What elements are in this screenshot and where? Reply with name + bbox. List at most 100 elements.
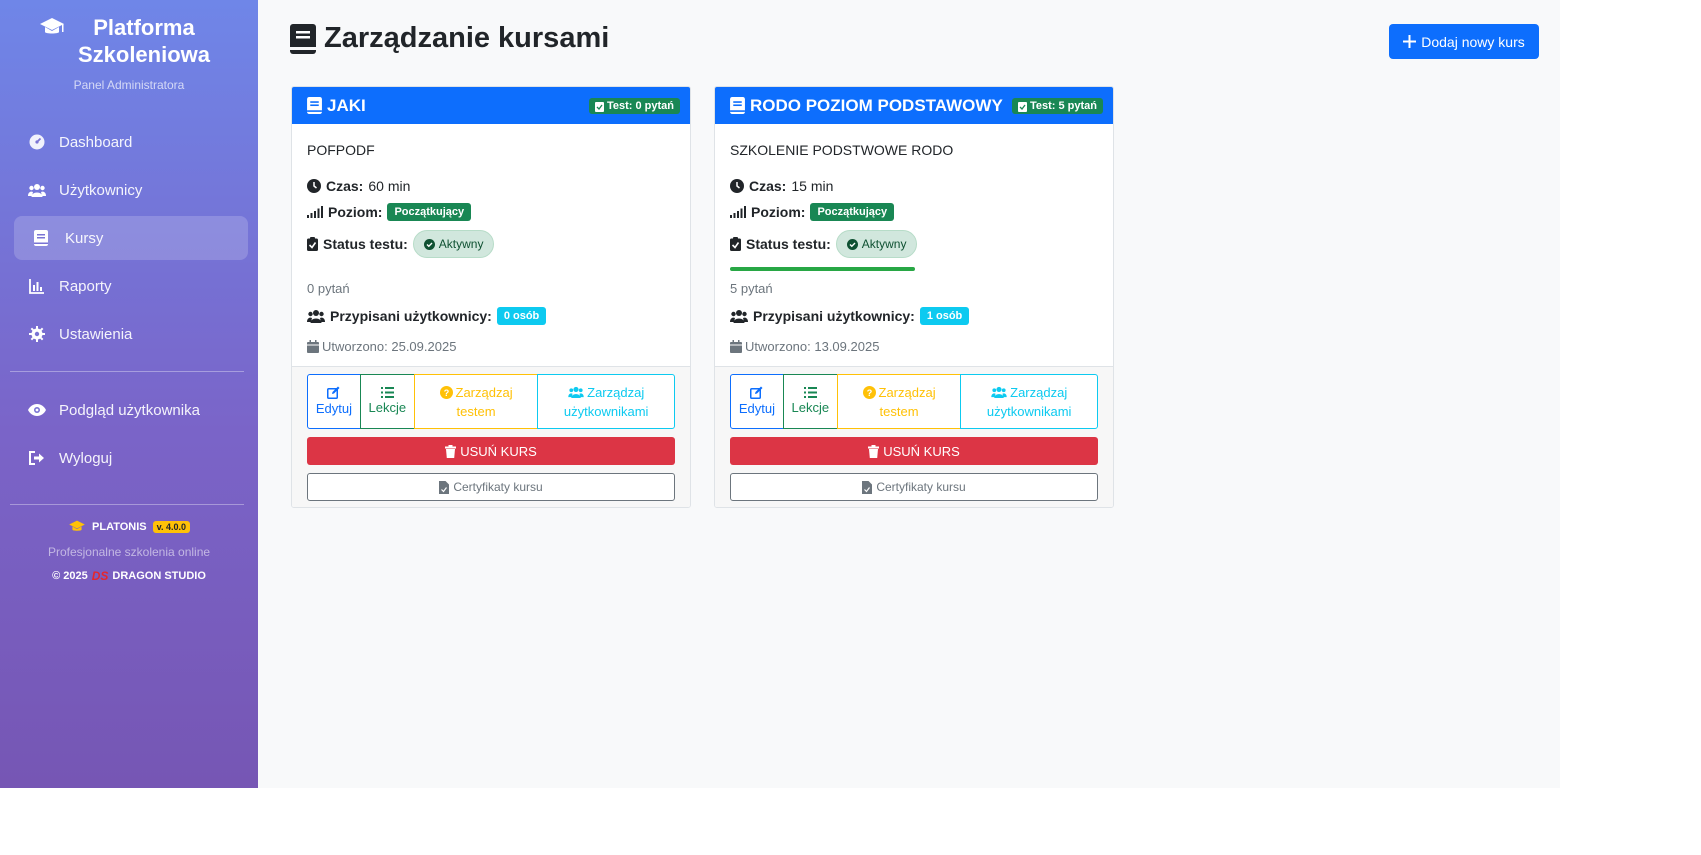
graduation-cap-icon — [68, 520, 86, 533]
gear-icon — [28, 325, 46, 343]
trash-icon — [445, 444, 457, 458]
eye-icon — [28, 401, 46, 419]
file-icon — [862, 480, 873, 494]
course-description: SZKOLENIE PODSTWOWE RODO — [730, 142, 954, 158]
brand-subtitle: Panel Administratora — [73, 78, 185, 92]
delete-course-button[interactable]: USUŃ KURS — [307, 437, 675, 465]
sidebar-divider — [10, 371, 244, 372]
course-card-header: JAKI Test: 0 pytań — [292, 87, 690, 124]
footer-brand: PLATONIS v. 4.0.0 — [0, 520, 258, 533]
nav-item-logout[interactable]: Wyloguj — [14, 436, 248, 480]
course-level: Poziom: Początkujący — [307, 203, 675, 221]
clipboard-check-icon — [730, 237, 741, 251]
lessons-button[interactable]: Lekcje — [359, 374, 415, 429]
course-test-status: Status testu: Aktywny — [307, 230, 675, 258]
page-title: Zarządzanie kursami — [290, 22, 609, 55]
users-icon — [730, 309, 748, 323]
manage-users-button[interactable]: Zarządzaj użytkownikami — [960, 374, 1098, 429]
question-count: 0 pytań — [307, 281, 350, 296]
course-card-footer: Edytuj Lekcje ? Zarządzaj testem Zarządz… — [292, 366, 690, 507]
trash-icon — [868, 444, 880, 458]
question-circle-icon: ? — [439, 385, 453, 399]
nav-label: Użytkownicy — [59, 181, 143, 199]
manage-users-button[interactable]: Zarządzaj użytkownikami — [537, 374, 675, 429]
nav-item-reports[interactable]: Raporty — [14, 264, 248, 308]
test-count-badge: Test: 0 pytań — [588, 98, 680, 114]
course-card: JAKI Test: 0 pytań POFPODF Czas: 60 min … — [291, 86, 691, 508]
course-test-status: Status testu: Aktywny — [730, 230, 1098, 258]
nav-label: Kursy — [65, 229, 104, 247]
signal-icon — [730, 206, 746, 218]
sidebar: Platforma Szkoleniowa Panel Administrato… — [0, 0, 258, 788]
nav-label: Dashboard — [59, 133, 133, 151]
dragon-studio-logo: DS — [91, 569, 109, 583]
users-icon — [568, 386, 584, 398]
file-icon — [439, 480, 450, 494]
course-card: RODO POZIOM PODSTAWOWY Test: 5 pytań SZK… — [714, 86, 1114, 508]
book-icon — [290, 23, 316, 54]
list-icon — [380, 386, 394, 398]
course-description: POFPODF — [307, 142, 375, 158]
add-course-button[interactable]: Dodaj nowy kurs — [1389, 24, 1539, 59]
users-icon — [28, 181, 46, 199]
book-icon — [307, 97, 322, 114]
main-content: Zarządzanie kursami Dodaj nowy kurs JAKI… — [258, 0, 1560, 788]
book-icon — [730, 97, 745, 114]
lessons-button[interactable]: Lekcje — [782, 374, 838, 429]
logout-icon — [28, 449, 46, 467]
created-date: Utworzono: 25.09.2025 — [307, 339, 675, 354]
sidebar-divider — [10, 504, 244, 505]
delete-course-button[interactable]: USUŃ KURS — [730, 437, 1098, 465]
manage-users-line: Zarządzaj — [568, 383, 644, 402]
users-icon — [307, 309, 325, 323]
main-nav: Dashboard Użytkownicy Kursy Raporty Usta… — [14, 120, 248, 360]
manage-test-button[interactable]: ? Zarządzaj testem — [413, 374, 539, 429]
svg-text:?: ? — [866, 388, 872, 398]
brand-title: Platforma Szkoleniowa — [0, 14, 258, 68]
test-count-badge: Test: 5 pytań — [1011, 98, 1103, 114]
users-icon — [991, 386, 1007, 398]
check-circle-icon — [846, 238, 858, 250]
edit-icon — [750, 386, 763, 399]
plus-icon — [1403, 35, 1417, 48]
nav-label: Wyloguj — [59, 449, 113, 467]
nav-item-courses[interactable]: Kursy — [14, 216, 248, 260]
calendar-icon — [307, 340, 319, 353]
assigned-count-badge: 0 osób — [496, 307, 547, 325]
list-icon — [803, 386, 817, 398]
clipboard-check-icon — [594, 101, 604, 112]
course-time: Czas: 15 min — [730, 178, 1098, 194]
graduation-cap-icon — [39, 17, 65, 37]
nav-label: Ustawienia — [59, 325, 133, 343]
nav-item-user-preview[interactable]: Podgląd użytkownika — [14, 388, 248, 432]
course-card-body: SZKOLENIE PODSTWOWE RODO Czas: 15 min Po… — [715, 124, 1113, 354]
edit-button[interactable]: Edytuj — [730, 374, 784, 429]
status-badge: Aktywny — [412, 230, 495, 258]
brand: Platforma Szkoleniowa Panel Administrato… — [0, 0, 258, 92]
certificates-button[interactable]: Certyfikaty kursu — [307, 473, 675, 501]
nav-item-users[interactable]: Użytkownicy — [14, 168, 248, 212]
manage-test-line: ? Zarządzaj — [862, 383, 936, 402]
clock-icon — [307, 179, 321, 193]
nav-item-settings[interactable]: Ustawienia — [14, 312, 248, 356]
gauge-icon — [28, 133, 46, 151]
svg-text:?: ? — [443, 388, 449, 398]
calendar-icon — [730, 340, 742, 353]
certificates-button[interactable]: Certyfikaty kursu — [730, 473, 1098, 501]
nav-label: Podgląd użytkownika — [59, 401, 200, 419]
course-actions: Edytuj Lekcje ? Zarządzaj testem Zarządz… — [730, 374, 1098, 429]
clipboard-check-icon — [1017, 101, 1027, 112]
nav-item-dashboard[interactable]: Dashboard — [14, 120, 248, 164]
manage-test-button[interactable]: ? Zarządzaj testem — [836, 374, 962, 429]
question-circle-icon: ? — [862, 385, 876, 399]
course-level: Poziom: Początkujący — [730, 203, 1098, 221]
course-card-footer: Edytuj Lekcje ? Zarządzaj testem Zarządz… — [715, 366, 1113, 507]
manage-test-line: ? Zarządzaj — [439, 383, 513, 402]
course-card-body: POFPODF Czas: 60 min Poziom: Początkując… — [292, 124, 690, 354]
nav-label: Raporty — [59, 277, 112, 295]
assigned-users: Przypisani użytkownicy: 1 osób — [730, 307, 1098, 325]
sidebar-footer: PLATONIS v. 4.0.0 Profesjonalne szkoleni… — [0, 520, 258, 583]
assigned-count-badge: 1 osób — [919, 307, 970, 325]
status-badge: Aktywny — [835, 230, 918, 258]
edit-button[interactable]: Edytuj — [307, 374, 361, 429]
